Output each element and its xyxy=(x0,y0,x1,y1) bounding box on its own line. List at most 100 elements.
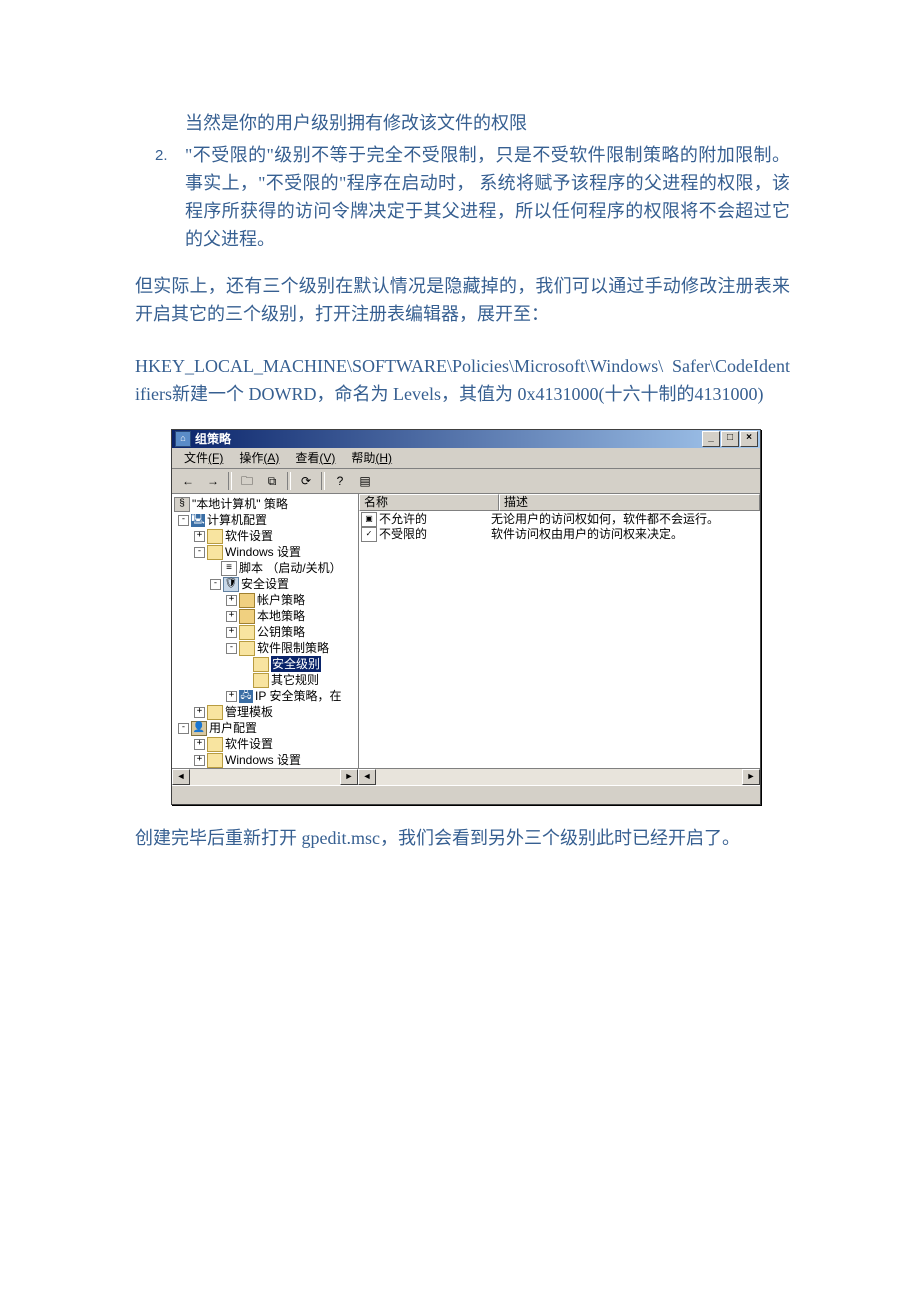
tree-windows-settings[interactable]: + Windows 设置 xyxy=(174,752,356,768)
paragraph: 但实际上，还有三个级别在默认情况是隐藏掉的，我们可以通过手动修改注册表来开启其它… xyxy=(135,273,790,329)
collapse-icon[interactable]: - xyxy=(178,515,189,526)
refresh-button[interactable]: ⟳ xyxy=(294,470,318,492)
window: ⌂ 组策略 _ □ × 文件(F) 操作(A) 查看(V) 帮助(H) ← → … xyxy=(171,429,761,805)
cell-desc: 无论用户的访问权如何，软件都不会运行。 xyxy=(491,512,758,527)
tree-ipsec[interactable]: + 🖧 IP 安全策略，在 xyxy=(174,688,356,704)
tree-label: 公钥策略 xyxy=(257,624,305,640)
scroll-right-button[interactable]: ► xyxy=(742,769,760,785)
tree-account-policy[interactable]: + 帐户策略 xyxy=(174,592,356,608)
column-desc[interactable]: 描述 xyxy=(499,494,760,511)
statusbar xyxy=(172,785,760,804)
scroll-track[interactable] xyxy=(190,769,340,785)
collapse-icon[interactable]: - xyxy=(178,723,189,734)
list-row[interactable]: ✓ 不受限的 软件访问权由用户的访问权来决定。 xyxy=(361,527,758,542)
folder-icon xyxy=(207,753,223,768)
folder-icon xyxy=(239,641,255,656)
expand-icon[interactable]: + xyxy=(226,691,237,702)
list-text: 当然是你的用户级别拥有修改该文件的权限 xyxy=(185,113,527,133)
collapse-icon[interactable]: - xyxy=(226,643,237,654)
tree-label: 脚本 （启动/关机） xyxy=(239,560,342,576)
expand-icon[interactable]: + xyxy=(194,531,205,542)
cell-desc: 软件访问权由用户的访问权来决定。 xyxy=(491,527,758,542)
book-icon xyxy=(239,593,255,608)
tree-scripts[interactable]: ≡ 脚本 （启动/关机） xyxy=(174,560,356,576)
paragraph: 创建完毕后重新打开 gpedit.msc，我们会看到另外三个级别此时已经开启了。 xyxy=(135,825,790,853)
tree-label: 本地策略 xyxy=(257,608,305,624)
tree-software-restriction[interactable]: - 软件限制策略 xyxy=(174,640,356,656)
help-button[interactable]: ? xyxy=(328,470,352,492)
list-row[interactable]: ▣ 不允许的 无论用户的访问权如何，软件都不会运行。 xyxy=(361,512,758,527)
up-button[interactable]: 🗀 xyxy=(235,470,259,492)
folder-icon xyxy=(239,625,255,640)
policy-icon: § xyxy=(174,497,190,512)
toolbar-separator xyxy=(287,472,291,490)
tree-label: 管理模板 xyxy=(225,704,273,720)
column-name[interactable]: 名称 xyxy=(359,494,499,511)
scroll-left-button[interactable]: ◄ xyxy=(172,769,190,785)
script-icon: ≡ xyxy=(221,561,237,576)
tree-user-config[interactable]: - 👤 用户配置 xyxy=(174,720,356,736)
tree-computer-config[interactable]: - 🖳 计算机配置 xyxy=(174,512,356,528)
folder-icon xyxy=(207,545,223,560)
menubar: 文件(F) 操作(A) 查看(V) 帮助(H) xyxy=(172,448,760,469)
collapse-icon[interactable]: - xyxy=(194,547,205,558)
tree-root[interactable]: § "本地计算机" 策略 xyxy=(174,496,356,512)
maximize-button[interactable]: □ xyxy=(721,431,739,447)
tree-label: 软件设置 xyxy=(225,736,273,752)
listview-button[interactable]: ▤ xyxy=(353,470,377,492)
tree-label: 软件限制策略 xyxy=(257,640,329,656)
expand-icon[interactable]: + xyxy=(226,611,237,622)
scroll-right-button[interactable]: ► xyxy=(340,769,358,785)
scroll-left-button[interactable]: ◄ xyxy=(358,769,376,785)
tree-label: 软件设置 xyxy=(225,528,273,544)
back-button[interactable]: ← xyxy=(176,470,200,492)
list-item: 2. "不受限的"级别不等于完全不受限制，只是不受软件限制策略的附加限制。事实上… xyxy=(185,142,790,254)
menu-action[interactable]: 操作(A) xyxy=(231,448,287,469)
tree-security-levels[interactable]: 安全级别 xyxy=(174,656,356,672)
tree-software-settings[interactable]: + 软件设置 xyxy=(174,736,356,752)
expand-icon[interactable]: + xyxy=(226,595,237,606)
cell-name: 不受限的 xyxy=(379,527,427,542)
expand-icon[interactable]: + xyxy=(226,627,237,638)
props-button[interactable]: ⧉ xyxy=(260,470,284,492)
forward-button[interactable]: → xyxy=(201,470,225,492)
level-icon: ✓ xyxy=(361,527,377,542)
close-button[interactable]: × xyxy=(740,431,758,447)
registry-path: HKEY_LOCAL_MACHINE\SOFTWARE\Policies\Mic… xyxy=(135,353,790,409)
scroll-track[interactable] xyxy=(376,769,742,785)
level-icon: ▣ xyxy=(361,512,377,527)
folder-icon xyxy=(253,673,269,688)
user-icon: 👤 xyxy=(191,721,207,736)
tree-pubkey-policy[interactable]: + 公钥策略 xyxy=(174,624,356,640)
tree-label: Windows 设置 xyxy=(225,544,301,560)
window-title: 组策略 xyxy=(195,430,702,449)
shield-icon: 🛡 xyxy=(223,577,239,592)
computer-icon: 🖳 xyxy=(191,514,205,527)
toolbar-separator xyxy=(321,472,325,490)
toolbar: ← → 🗀 ⧉ ⟳ ? ▤ xyxy=(172,469,760,494)
tree-label: Windows 设置 xyxy=(225,752,301,768)
menu-help[interactable]: 帮助(H) xyxy=(343,448,400,469)
menu-view[interactable]: 查看(V) xyxy=(287,448,343,469)
expand-icon[interactable]: + xyxy=(194,707,205,718)
tree-other-rules[interactable]: 其它规则 xyxy=(174,672,356,688)
tree-admin-templates[interactable]: + 管理模板 xyxy=(174,704,356,720)
list-pane: 名称 描述 ▣ 不允许的 无论用户的访问权如何，软件都不会运行。 xyxy=(359,494,760,768)
expand-icon[interactable]: + xyxy=(194,755,205,766)
menu-file[interactable]: 文件(F) xyxy=(176,448,231,469)
tree-label: IP 安全策略，在 xyxy=(255,688,341,704)
tree-windows-settings[interactable]: - Windows 设置 xyxy=(174,544,356,560)
tree-software-settings[interactable]: + 软件设置 xyxy=(174,528,356,544)
collapse-icon[interactable]: - xyxy=(210,579,221,590)
tree-local-policy[interactable]: + 本地策略 xyxy=(174,608,356,624)
client-area: § "本地计算机" 策略 - 🖳 计算机配置 + xyxy=(172,494,760,768)
tree-security-settings[interactable]: - 🛡 安全设置 xyxy=(174,576,356,592)
titlebar[interactable]: ⌂ 组策略 _ □ × xyxy=(172,430,760,448)
horizontal-scrollbar: ◄ ► ◄ ► xyxy=(172,768,760,785)
tree-label: 帐户策略 xyxy=(257,592,305,608)
minimize-button[interactable]: _ xyxy=(702,431,720,447)
expand-icon[interactable]: + xyxy=(194,739,205,750)
numbered-list: 当然是你的用户级别拥有修改该文件的权限 2. "不受限的"级别不等于完全不受限制… xyxy=(135,110,790,253)
cell-name: 不允许的 xyxy=(379,512,427,527)
tree-pane: § "本地计算机" 策略 - 🖳 计算机配置 + xyxy=(172,494,359,768)
